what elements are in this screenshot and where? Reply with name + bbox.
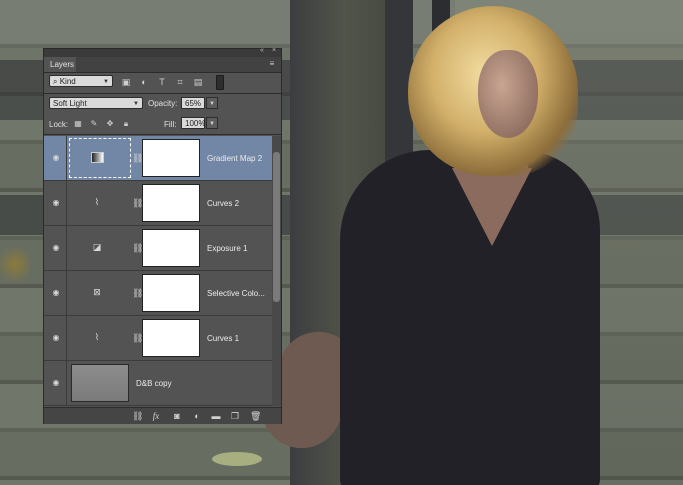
model-face	[478, 50, 538, 138]
curves-icon[interactable]: ⌇	[91, 332, 103, 342]
divider	[66, 136, 67, 180]
panel-tab-row: Layers ≡	[44, 57, 281, 73]
divider	[66, 181, 67, 225]
visibility-eye-icon[interactable]: ◉	[51, 379, 61, 387]
scroll-thumb[interactable]	[273, 152, 280, 302]
chevron-down-icon: ▼	[133, 101, 139, 107]
lock-paint-icon[interactable]: ✎	[89, 119, 99, 129]
layer-mask-thumbnail[interactable]	[142, 229, 200, 267]
layer-row[interactable]: ◉ ⌇ ⛓︎ Curves 1	[44, 316, 272, 361]
search-icon: ⌕	[53, 77, 60, 86]
filter-toggle[interactable]	[216, 75, 224, 90]
new-layer-icon[interactable]: ❐	[230, 411, 240, 421]
plant	[0, 242, 30, 287]
curves-icon[interactable]: ⌇	[91, 197, 103, 207]
layer-row[interactable]: ◉ ⛓︎ Gradient Map 2	[44, 136, 272, 181]
smart-object-filter-icon[interactable]: ▤	[193, 77, 203, 87]
visibility-eye-icon[interactable]: ◉	[51, 289, 61, 297]
tab-layers[interactable]: Layers	[44, 57, 76, 72]
add-mask-icon[interactable]: ◙	[172, 411, 182, 421]
layer-name[interactable]: D&B copy	[136, 379, 172, 388]
divider	[44, 134, 281, 135]
filter-kind-value: Kind	[59, 77, 76, 86]
divider	[44, 93, 281, 94]
divider	[66, 271, 67, 315]
visibility-eye-icon[interactable]: ◉	[51, 199, 61, 207]
link-chain-icon[interactable]: ⛓︎	[132, 242, 143, 254]
fx-icon[interactable]: fx	[151, 411, 161, 421]
layer-list: ◉ ⛓︎ Gradient Map 2 ◉ ⌇ ⛓︎ Curves 2 ◉ ◪ …	[44, 136, 272, 406]
link-chain-icon[interactable]: ⛓︎	[132, 197, 143, 209]
link-chain-icon[interactable]: ⛓︎	[132, 152, 143, 164]
link-chain-icon[interactable]: ⛓︎	[132, 287, 143, 299]
lock-all-icon[interactable]: 🔒︎	[121, 119, 131, 129]
dress-neckline	[452, 168, 532, 246]
panel-titlebar[interactable]: « ×	[44, 47, 281, 57]
opacity-label: Opacity:	[148, 99, 178, 108]
opacity-field[interactable]: 65%	[181, 97, 205, 109]
layer-row[interactable]: ◉ ◪ ⛓︎ Exposure 1	[44, 226, 272, 271]
layer-mask-thumbnail[interactable]	[142, 319, 200, 357]
layer-filter-dropdown[interactable]: ⌕ Kind ▼	[49, 75, 113, 87]
layer-row[interactable]: ◉ ⌇ ⛓︎ Curves 2	[44, 181, 272, 226]
type-filter-icon[interactable]: T	[157, 77, 167, 87]
fill-field[interactable]: 100%	[181, 117, 205, 129]
layer-row[interactable]: ◉ ⊠ ⛓︎ Selective Colo...	[44, 271, 272, 316]
new-group-icon[interactable]: ▬	[211, 411, 221, 421]
layer-mask-thumbnail[interactable]	[142, 139, 200, 177]
double-chevron-icon[interactable]: «	[260, 47, 264, 54]
adjustment-filter-icon[interactable]: ◐	[139, 77, 149, 87]
layer-mask-thumbnail[interactable]	[142, 274, 200, 312]
lock-transparency-icon[interactable]: ▦	[73, 119, 83, 129]
lock-position-icon[interactable]: ✥	[105, 119, 115, 129]
layer-name[interactable]: Exposure 1	[207, 244, 247, 253]
divider	[66, 316, 67, 360]
scrollbar[interactable]	[272, 136, 281, 406]
layers-panel: « × Layers ≡ ⌕ Kind ▼ ▣ ◐ T ⌗ ▤ Soft Lig…	[43, 47, 282, 424]
pixel-filter-icon[interactable]: ▣	[121, 77, 131, 87]
layer-row[interactable]: ◉ D&B copy	[44, 361, 272, 406]
layer-mask-thumbnail[interactable]	[142, 184, 200, 222]
selective-color-icon[interactable]: ⊠	[91, 287, 103, 297]
layer-name[interactable]: Selective Colo...	[207, 289, 265, 298]
cocktail-glass	[212, 452, 262, 466]
shape-filter-icon[interactable]: ⌗	[175, 77, 185, 87]
layer-name[interactable]: Curves 1	[207, 334, 239, 343]
visibility-eye-icon[interactable]: ◉	[51, 154, 61, 162]
visibility-eye-icon[interactable]: ◉	[51, 244, 61, 252]
layer-name[interactable]: Gradient Map 2	[207, 154, 262, 163]
blend-mode-value: Soft Light	[53, 99, 87, 108]
image-thumbnail[interactable]	[71, 364, 129, 402]
panel-menu-icon[interactable]: ≡	[267, 60, 277, 68]
link-chain-icon[interactable]: ⛓︎	[132, 332, 143, 344]
panel-bottom-bar: ⛓︎ fx ◙ ◐ ▬ ❐ 🗑︎	[44, 407, 281, 424]
chevron-down-icon: ▼	[103, 79, 109, 85]
fill-label: Fill:	[164, 120, 177, 129]
exposure-icon[interactable]: ◪	[91, 242, 103, 252]
layer-name[interactable]: Curves 2	[207, 199, 239, 208]
fill-slider-toggle[interactable]: ▼	[206, 117, 218, 129]
divider	[66, 226, 67, 270]
link-layers-icon[interactable]: ⛓︎	[132, 411, 143, 421]
opacity-slider-toggle[interactable]: ▼	[206, 97, 218, 109]
gradient-map-icon	[91, 152, 104, 163]
close-icon[interactable]: ×	[272, 47, 276, 54]
divider	[66, 361, 67, 405]
lock-label: Lock:	[49, 120, 69, 129]
visibility-eye-icon[interactable]: ◉	[51, 334, 61, 342]
new-adjustment-icon[interactable]: ◐	[192, 411, 202, 421]
trash-icon[interactable]: 🗑︎	[250, 411, 261, 421]
blend-mode-dropdown[interactable]: Soft Light ▼	[49, 97, 143, 109]
